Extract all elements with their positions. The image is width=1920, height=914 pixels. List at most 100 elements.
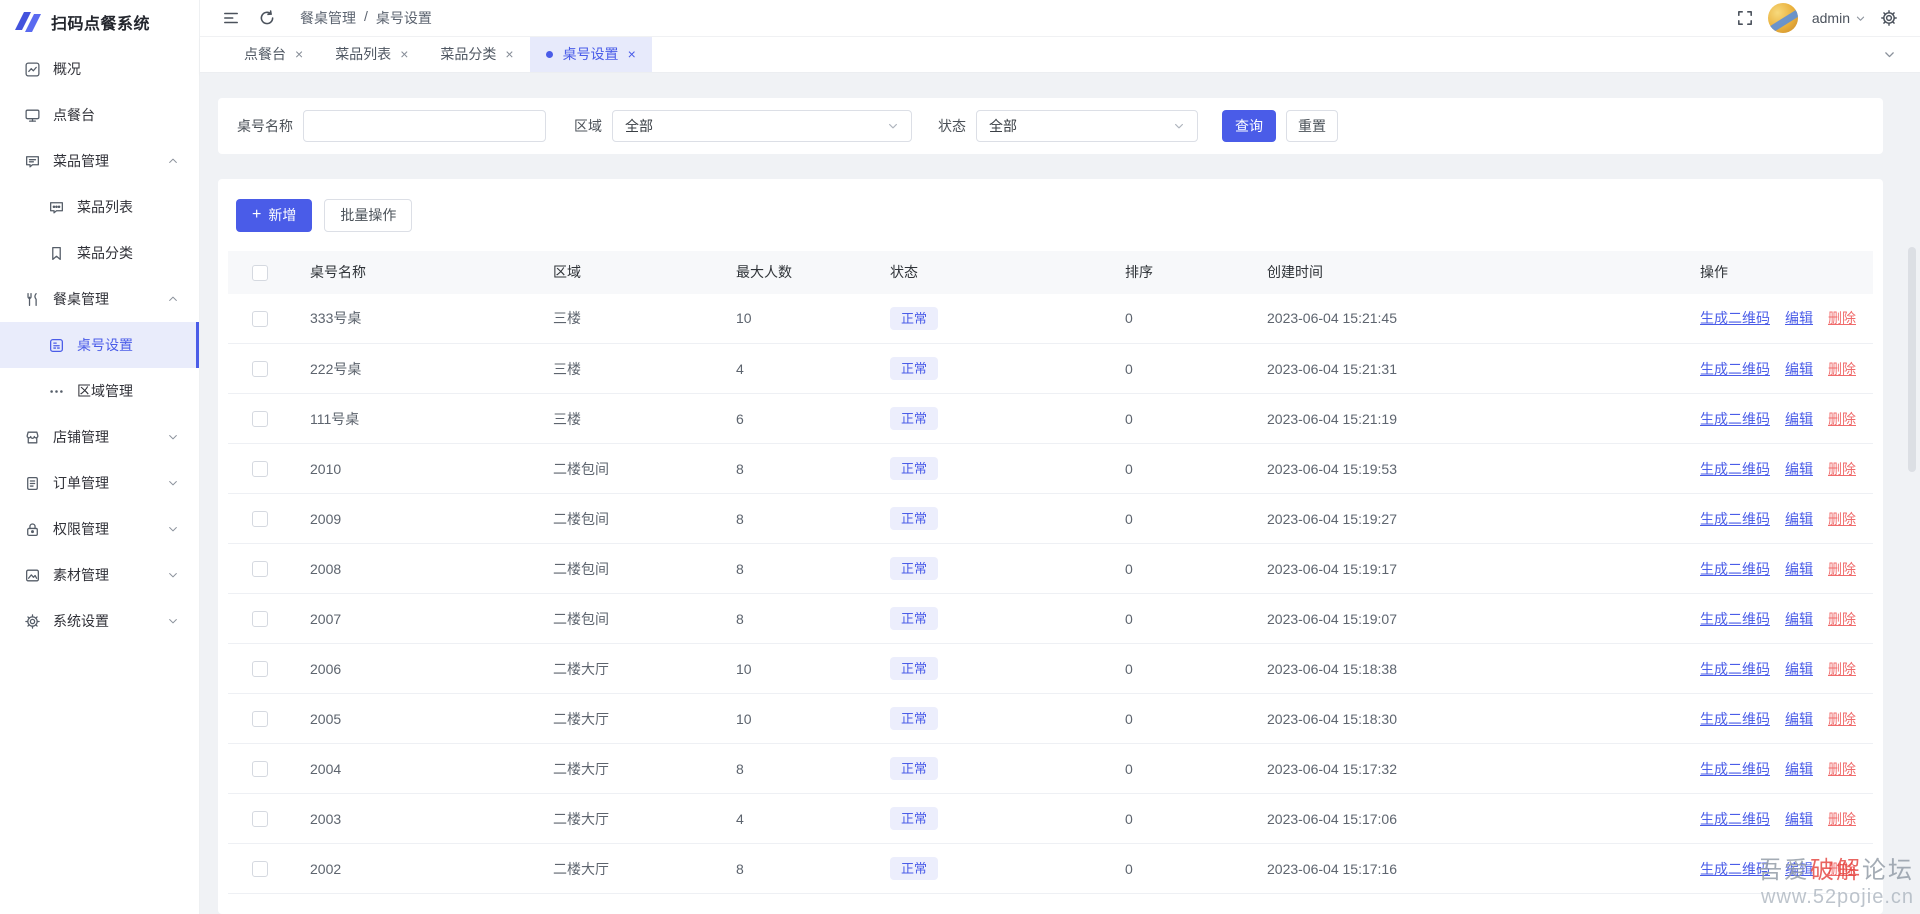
tab-label: 菜品列表: [335, 44, 391, 64]
tab-dish-category[interactable]: 菜品分类×: [424, 37, 529, 71]
row-checkbox[interactable]: [252, 611, 268, 627]
generate-qrcode-link[interactable]: 生成二维码: [1700, 461, 1770, 477]
cell-created-time: 2023-06-04 15:19:07: [1267, 594, 1700, 644]
delete-link[interactable]: 删除: [1828, 811, 1856, 827]
sidebar-item-order-counter[interactable]: 点餐台: [0, 92, 199, 138]
edit-link[interactable]: 编辑: [1785, 811, 1813, 827]
sidebar-item-label: 点餐台: [53, 105, 95, 125]
row-checkbox[interactable]: [252, 761, 268, 777]
tab-label: 点餐台: [244, 44, 286, 64]
edit-link[interactable]: 编辑: [1785, 411, 1813, 427]
breadcrumb: 餐桌管理 / 桌号设置: [300, 8, 432, 28]
edit-link[interactable]: 编辑: [1785, 310, 1813, 326]
generate-qrcode-link[interactable]: 生成二维码: [1700, 511, 1770, 527]
user-avatar[interactable]: [1768, 3, 1798, 33]
sidebar-item-table-management[interactable]: 餐桌管理: [0, 276, 199, 322]
cell-max-capacity: 6: [736, 394, 890, 444]
edit-link[interactable]: 编辑: [1785, 761, 1813, 777]
sidebar: 扫码点餐系统 概况点餐台菜品管理菜品列表菜品分类餐桌管理桌号设置区域管理店铺管理…: [0, 0, 200, 914]
row-checkbox[interactable]: [252, 311, 268, 327]
batch-operation-button[interactable]: 批量操作: [324, 199, 412, 232]
delete-link[interactable]: 删除: [1828, 361, 1856, 377]
reset-button[interactable]: 重置: [1286, 110, 1338, 142]
edit-link[interactable]: 编辑: [1785, 461, 1813, 477]
close-icon[interactable]: ×: [505, 47, 513, 61]
delete-link[interactable]: 删除: [1828, 561, 1856, 577]
delete-link[interactable]: 删除: [1828, 861, 1856, 877]
delete-link[interactable]: 删除: [1828, 661, 1856, 677]
generate-qrcode-link[interactable]: 生成二维码: [1700, 310, 1770, 326]
table-name-input[interactable]: [303, 110, 546, 142]
add-button[interactable]: + 新增: [236, 199, 312, 232]
fullscreen-icon[interactable]: [1736, 9, 1754, 27]
generate-qrcode-link[interactable]: 生成二维码: [1700, 811, 1770, 827]
edit-link[interactable]: 编辑: [1785, 561, 1813, 577]
edit-link[interactable]: 编辑: [1785, 511, 1813, 527]
generate-qrcode-link[interactable]: 生成二维码: [1700, 661, 1770, 677]
sidebar-item-permission-management[interactable]: 权限管理: [0, 506, 199, 552]
edit-link[interactable]: 编辑: [1785, 611, 1813, 627]
generate-qrcode-link[interactable]: 生成二维码: [1700, 861, 1770, 877]
generate-qrcode-link[interactable]: 生成二维码: [1700, 611, 1770, 627]
sidebar-item-system-settings[interactable]: 系统设置: [0, 598, 199, 644]
row-checkbox[interactable]: [252, 661, 268, 677]
delete-link[interactable]: 删除: [1828, 310, 1856, 326]
sidebar-item-material-management[interactable]: 素材管理: [0, 552, 199, 598]
refresh-icon[interactable]: [258, 9, 276, 27]
edit-link[interactable]: 编辑: [1785, 711, 1813, 727]
sidebar-item-order-management[interactable]: 订单管理: [0, 460, 199, 506]
row-checkbox[interactable]: [252, 711, 268, 727]
sidebar-item-overview[interactable]: 概况: [0, 46, 199, 92]
sidebar-item-area-management[interactable]: 区域管理: [0, 368, 199, 414]
row-checkbox[interactable]: [252, 411, 268, 427]
delete-link[interactable]: 删除: [1828, 611, 1856, 627]
tab-order-counter[interactable]: 点餐台 ×: [228, 37, 319, 71]
sidebar-item-dish-management[interactable]: 菜品管理: [0, 138, 199, 184]
tab-dish-list[interactable]: 菜品列表 ×: [319, 37, 424, 71]
generate-qrcode-link[interactable]: 生成二维码: [1700, 711, 1770, 727]
row-checkbox[interactable]: [252, 361, 268, 377]
chevron-down-icon: [167, 615, 179, 627]
sidebar-item-table-number-setting[interactable]: 桌号设置: [0, 322, 199, 368]
user-menu[interactable]: admin: [1812, 10, 1866, 26]
edit-link[interactable]: 编辑: [1785, 861, 1813, 877]
edit-link[interactable]: 编辑: [1785, 661, 1813, 677]
generate-qrcode-link[interactable]: 生成二维码: [1700, 361, 1770, 377]
cell-area: 二楼包间: [553, 444, 736, 494]
tab-table-number-setting[interactable]: 桌号设置×: [530, 37, 652, 71]
generate-qrcode-link[interactable]: 生成二维码: [1700, 411, 1770, 427]
close-icon[interactable]: ×: [400, 47, 408, 61]
generate-qrcode-link[interactable]: 生成二维码: [1700, 761, 1770, 777]
row-checkbox[interactable]: [252, 511, 268, 527]
sidebar-item-label: 区域管理: [77, 381, 133, 401]
collapse-menu-icon[interactable]: [222, 9, 240, 27]
sidebar-item-dish-list[interactable]: 菜品列表: [0, 184, 199, 230]
row-checkbox[interactable]: [252, 561, 268, 577]
delete-link[interactable]: 删除: [1828, 711, 1856, 727]
vertical-scrollbar[interactable]: [1908, 247, 1916, 472]
row-checkbox[interactable]: [252, 461, 268, 477]
row-checkbox[interactable]: [252, 861, 268, 877]
sidebar-item-shop-management[interactable]: 店铺管理: [0, 414, 199, 460]
delete-link[interactable]: 删除: [1828, 511, 1856, 527]
select-all-checkbox[interactable]: [252, 265, 268, 281]
edit-link[interactable]: 编辑: [1785, 361, 1813, 377]
delete-link[interactable]: 删除: [1828, 461, 1856, 477]
cell-sort: 0: [1125, 544, 1267, 594]
chevron-up-icon: [167, 155, 179, 167]
order-counter-icon: [24, 107, 41, 124]
delete-link[interactable]: 删除: [1828, 761, 1856, 777]
settings-gear-icon[interactable]: [1880, 9, 1898, 27]
query-button[interactable]: 查询: [1222, 110, 1276, 142]
row-checkbox[interactable]: [252, 811, 268, 827]
tab-list-chevron-down-icon[interactable]: [1883, 48, 1896, 61]
breadcrumb-item[interactable]: 餐桌管理: [300, 8, 356, 28]
cell-max-capacity: 8: [736, 744, 890, 794]
close-icon[interactable]: ×: [295, 47, 303, 61]
generate-qrcode-link[interactable]: 生成二维码: [1700, 561, 1770, 577]
delete-link[interactable]: 删除: [1828, 411, 1856, 427]
area-select[interactable]: 全部: [612, 110, 912, 142]
status-select[interactable]: 全部: [976, 110, 1198, 142]
sidebar-item-dish-category[interactable]: 菜品分类: [0, 230, 199, 276]
close-icon[interactable]: ×: [628, 47, 636, 61]
